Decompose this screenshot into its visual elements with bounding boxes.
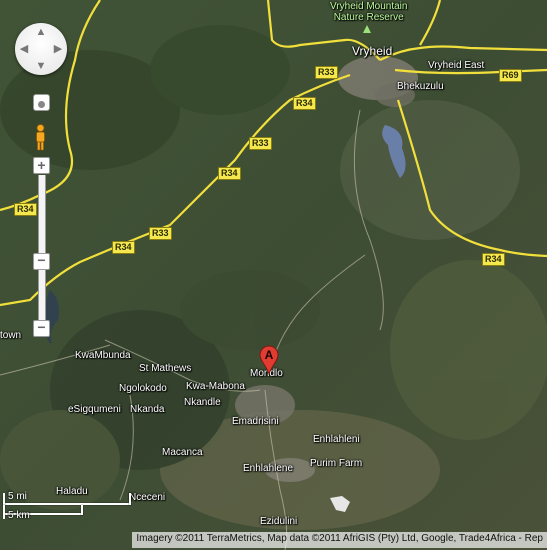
dot-icon (38, 101, 45, 108)
label-nkandle[interactable]: Nkandle (184, 397, 221, 408)
road-shield-r34: R34 (218, 167, 241, 180)
street-view-pegman-icon[interactable] (33, 124, 48, 152)
zoom-out-button[interactable]: − (33, 320, 50, 337)
label-purim-farm[interactable]: Purim Farm (310, 458, 362, 469)
scale-miles-label: 5 mi (8, 491, 27, 502)
pan-left-button[interactable]: ◀ (18, 43, 30, 55)
road-shield-r33: R33 (315, 66, 338, 79)
scale-tick (81, 505, 83, 515)
scale-tick (129, 493, 131, 505)
zoom-slider-handle[interactable]: − (33, 253, 50, 270)
label-kwa-mabona[interactable]: Kwa-Mabona (186, 381, 245, 392)
label-bhekuzulu[interactable]: Bhekuzulu (397, 81, 444, 92)
center-reset-button[interactable] (33, 94, 50, 111)
label-enhlahlene[interactable]: Enhlahlene (243, 463, 293, 474)
label-vryheid[interactable]: Vryheid (352, 45, 392, 58)
label-vryheid-east[interactable]: Vryheid East (428, 60, 484, 71)
scale-tick (3, 493, 5, 505)
label-st-mathews[interactable]: St Mathews (139, 363, 191, 374)
label-kwambunda[interactable]: KwaMbunda (75, 350, 131, 361)
pan-right-button[interactable]: ▶ (52, 43, 64, 55)
road-shield-r34: R34 (293, 97, 316, 110)
label-macanca[interactable]: Macanca (162, 447, 203, 458)
label-emadrisini[interactable]: Emadrisini (232, 416, 279, 427)
marker-letter: A (264, 348, 274, 362)
road-shield-r33: R33 (149, 227, 172, 240)
location-marker-a[interactable]: A (259, 345, 279, 376)
pan-control[interactable]: ▲ ▼ ◀ ▶ (15, 23, 67, 75)
road-shield-r33: R33 (249, 137, 272, 150)
road-shield-r69: R69 (499, 69, 522, 82)
park-icon (363, 25, 371, 33)
pan-up-button[interactable]: ▲ (35, 26, 47, 38)
road-shield-r34: R34 (14, 203, 37, 216)
label-nkanda[interactable]: Nkanda (130, 404, 164, 415)
map-copyright: Imagery ©2011 TerraMetrics, Map data ©20… (132, 532, 547, 548)
road-shield-r34: R34 (112, 241, 135, 254)
zoom-in-button[interactable]: + (33, 157, 50, 174)
scale-bar: 5 mi 5 km (3, 491, 143, 523)
label-ezidulini[interactable]: Ezidulini (260, 516, 297, 527)
label-esigqumeni[interactable]: eSigqumeni (68, 404, 121, 415)
scale-line-top (3, 503, 131, 505)
label-ngolokodo[interactable]: Ngolokodo (119, 383, 167, 394)
label-nature-reserve[interactable]: Vryheid Mountain Nature Reserve (330, 1, 407, 23)
road-shield-r34: R34 (482, 253, 505, 266)
pan-down-button[interactable]: ▼ (35, 60, 47, 72)
label-enhlahleni[interactable]: Enhlahleni (313, 434, 360, 445)
zoom-slider-track[interactable] (38, 175, 46, 320)
label-town-left-edge[interactable]: town (0, 330, 21, 341)
scale-tick (3, 505, 5, 519)
scale-km-label: 5 km (8, 510, 30, 521)
